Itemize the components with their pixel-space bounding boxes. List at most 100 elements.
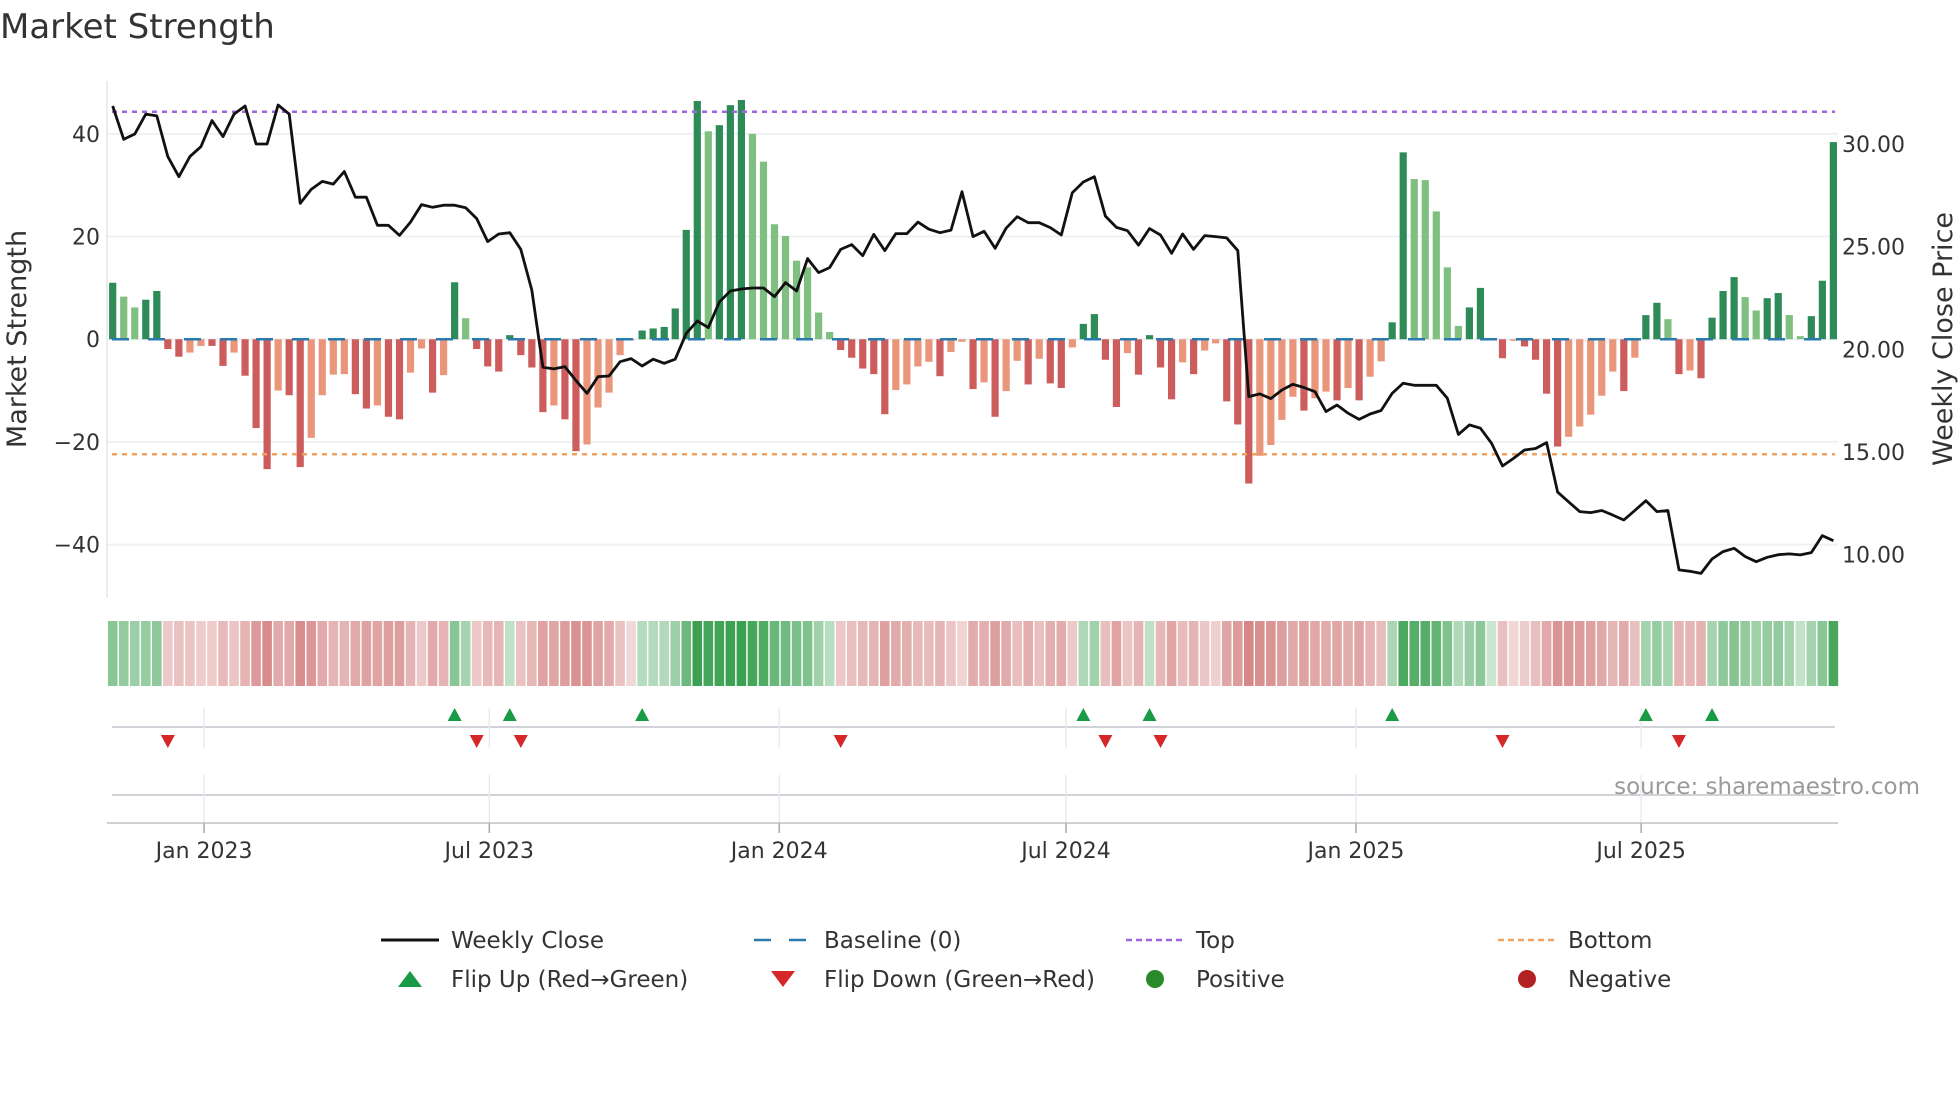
- heatmap-cell: [1641, 621, 1651, 686]
- heatmap-cell: [1420, 621, 1431, 686]
- strength-bar: [792, 260, 801, 340]
- strength-bar: [1752, 310, 1760, 340]
- heatmap-cell: [846, 621, 857, 686]
- strength-bar: [1410, 179, 1418, 340]
- legend-label: Bottom: [1568, 928, 1652, 954]
- heatmap-cell: [1288, 621, 1298, 686]
- heatmap-cell: [1045, 621, 1056, 686]
- x-tick-label: Jul 2023: [443, 839, 535, 864]
- heatmap-cell: [427, 621, 438, 686]
- strength-bar: [406, 339, 415, 373]
- heatmap-cell: [449, 621, 460, 686]
- strength-bar: [848, 339, 856, 358]
- strength-bars: [109, 99, 1837, 484]
- strength-bar: [109, 282, 117, 340]
- strength-bar: [1013, 339, 1021, 361]
- heatmap-cell: [1023, 621, 1033, 686]
- strength-bar: [1366, 339, 1374, 377]
- heatmap-cell: [813, 621, 824, 686]
- heatmap-cell: [1585, 621, 1596, 686]
- strength-bar: [1267, 339, 1275, 446]
- strength-bar: [1090, 314, 1098, 340]
- strength-bar: [517, 339, 525, 356]
- heatmap-cell: [1696, 621, 1706, 686]
- heatmap-cell: [1773, 621, 1784, 686]
- heatmap-cell: [560, 621, 570, 686]
- strength-bar: [1565, 339, 1573, 437]
- strength-bar: [1785, 315, 1793, 340]
- strength-bar: [307, 339, 315, 438]
- heatmap-cell: [1508, 621, 1519, 686]
- heatmap-cell: [549, 621, 559, 686]
- strength-bar: [881, 339, 889, 415]
- heatmap-cell: [339, 621, 350, 686]
- legend-item: Flip Up (Red→Green): [398, 967, 688, 993]
- strength-bar: [1631, 339, 1639, 358]
- heatmap-cell: [824, 621, 835, 686]
- strength-bar: [561, 339, 569, 420]
- heatmap-cell: [935, 621, 945, 686]
- market-strength-chart: Market Strength Market Strength Weekly C…: [0, 7, 1959, 993]
- heatmap-cell: [1674, 621, 1684, 686]
- strength-bar: [1399, 152, 1407, 340]
- heatmap-cell: [780, 621, 791, 686]
- strength-bar: [484, 339, 492, 367]
- strength-bar: [186, 339, 194, 353]
- strength-bar: [1741, 297, 1749, 340]
- heatmap-cell: [196, 621, 206, 686]
- dot-icon: [1146, 970, 1164, 988]
- heatmap-cell: [582, 621, 592, 686]
- heatmap-cell: [1199, 621, 1210, 686]
- heatmap-cell: [317, 621, 328, 686]
- strength-bar: [1101, 339, 1109, 360]
- strength-bar: [1355, 339, 1363, 401]
- heatmap-cell: [703, 621, 714, 686]
- strength-bar: [252, 339, 260, 429]
- heatmap-cell: [1563, 621, 1574, 686]
- chart-title: Market Strength: [0, 7, 275, 47]
- heatmap-cell: [284, 621, 294, 686]
- heatmap-cell: [405, 621, 416, 686]
- legend-label: Flip Up (Red→Green): [451, 967, 688, 993]
- strength-bar: [572, 339, 580, 452]
- strength-bar: [263, 339, 271, 470]
- heatmap-cell: [1784, 621, 1795, 686]
- heatmap-cell: [1740, 621, 1750, 686]
- heatmap-cell: [714, 621, 725, 686]
- flip-down-marker: [833, 735, 848, 748]
- strength-bar: [1156, 339, 1165, 368]
- heatmap-cell: [924, 621, 934, 686]
- heatmap-cell: [670, 621, 681, 686]
- flip-up-marker: [1385, 708, 1400, 721]
- flip-down-marker: [1495, 735, 1510, 748]
- y-tick-label: 0: [86, 328, 100, 353]
- legend-label: Negative: [1568, 967, 1671, 993]
- strength-bar: [682, 229, 690, 340]
- triangle-down-icon: [771, 971, 795, 987]
- heatmap-cell: [1541, 621, 1552, 686]
- heatmap-cell: [361, 621, 372, 686]
- strength-bar: [1388, 322, 1396, 340]
- heatmap-cell: [902, 621, 912, 686]
- strength-bar: [770, 224, 779, 340]
- heatmap-cell: [1243, 621, 1254, 686]
- strength-bar: [914, 339, 922, 367]
- flip-up-marker: [502, 708, 517, 721]
- heatmap-cell: [1806, 621, 1817, 686]
- x-axis: Jan 2023 Jul 2023 Jan 2024 Jul 2024 Jan 2025…: [107, 822, 1838, 864]
- heatmap-cell: [1365, 621, 1375, 686]
- heatmap-cell: [681, 621, 692, 686]
- strength-bar: [1123, 339, 1132, 354]
- strength-bar: [1598, 339, 1606, 396]
- legend: Weekly Close Baseline (0) Top Bottom Flip Up…: [381, 928, 1671, 993]
- x-tick-label: Jul 2024: [1019, 839, 1111, 864]
- heatmap-cell: [163, 621, 173, 686]
- strength-bar: [274, 339, 282, 391]
- heatmap-cell: [1685, 621, 1695, 686]
- strength-bar: [120, 296, 128, 340]
- strength-bar: [693, 101, 701, 340]
- flip-up-marker: [1076, 708, 1091, 721]
- heatmap-cell: [218, 621, 228, 686]
- legend-label: Positive: [1196, 967, 1285, 993]
- strength-bar: [1421, 180, 1429, 340]
